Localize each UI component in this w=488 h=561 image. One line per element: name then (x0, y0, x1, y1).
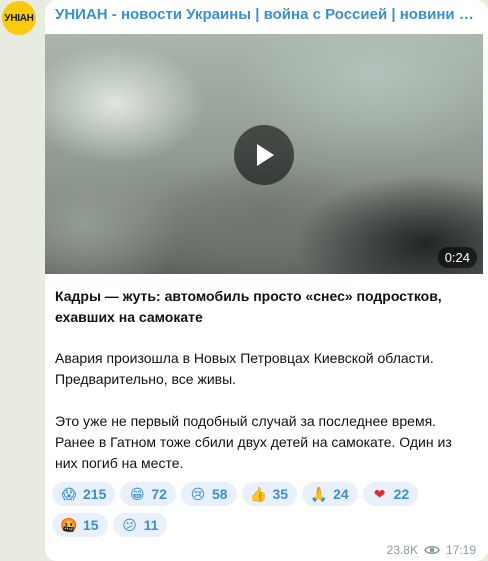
reaction-count: 215 (83, 486, 107, 502)
reaction-count: 24 (333, 486, 349, 502)
message-bubble: УНИАН - новости Украины | война с Россие… (45, 0, 488, 561)
channel-title[interactable]: УНИАН - новости Украины | война с Россие… (55, 6, 475, 23)
play-icon (257, 144, 274, 166)
reaction-count: 58 (211, 486, 228, 502)
reaction-thumbs-up[interactable]: 👍 35 (241, 482, 298, 506)
eye-icon (424, 545, 440, 555)
video-duration: 0:24 (437, 247, 477, 268)
angry-face-icon: 🤬 (60, 517, 78, 533)
message-time: 17:19 (445, 543, 476, 557)
red-heart-icon: ❤ (373, 486, 386, 502)
grinning-face-icon: 😁 (130, 486, 145, 502)
thumbs-up-icon: 👍 (249, 486, 268, 502)
reaction-folded-hands[interactable]: 🙏 24 (302, 482, 358, 506)
video-preview[interactable]: 0:24 (45, 34, 483, 274)
channel-avatar[interactable]: УНІАН (2, 1, 36, 35)
reaction-count: 22 (393, 486, 410, 502)
reaction-count: 11 (143, 517, 159, 533)
reaction-grinning[interactable]: 😁 72 (120, 482, 176, 506)
avatar-logo-text: УНІАН (4, 12, 34, 24)
reaction-crying[interactable]: 😢 58 (180, 482, 237, 506)
folded-hands-icon: 🙏 (310, 486, 328, 502)
reaction-confused[interactable]: 😕 11 (112, 513, 168, 537)
confused-face-icon: 😕 (122, 517, 137, 533)
reaction-screaming[interactable]: 😱 215 (52, 482, 116, 506)
message-paragraph: Авария произошла в Новых Петровцах Киевс… (55, 350, 434, 387)
reaction-angry[interactable]: 🤬 15 (52, 513, 108, 537)
message-paragraph: Это уже не первый подобный случай за пос… (55, 413, 452, 471)
reaction-heart[interactable]: ❤ 22 (362, 482, 419, 506)
view-count: 23.8K (386, 543, 418, 557)
reaction-count: 15 (83, 517, 99, 533)
reaction-count: 72 (151, 486, 167, 502)
message-meta: 23.8K 17:19 (387, 543, 476, 557)
reaction-count: 35 (272, 486, 289, 502)
screaming-face-icon: 😱 (61, 486, 77, 502)
play-button[interactable] (234, 125, 294, 185)
reactions-bar: 😱 215 😁 72 😢 58 👍 35 🙏 24 ❤ 22 🤬 15 😕 11 (52, 482, 472, 537)
message-headline: Кадры — жуть: автомобиль просто «снес» п… (55, 288, 442, 325)
crying-face-icon: 😢 (190, 486, 206, 502)
